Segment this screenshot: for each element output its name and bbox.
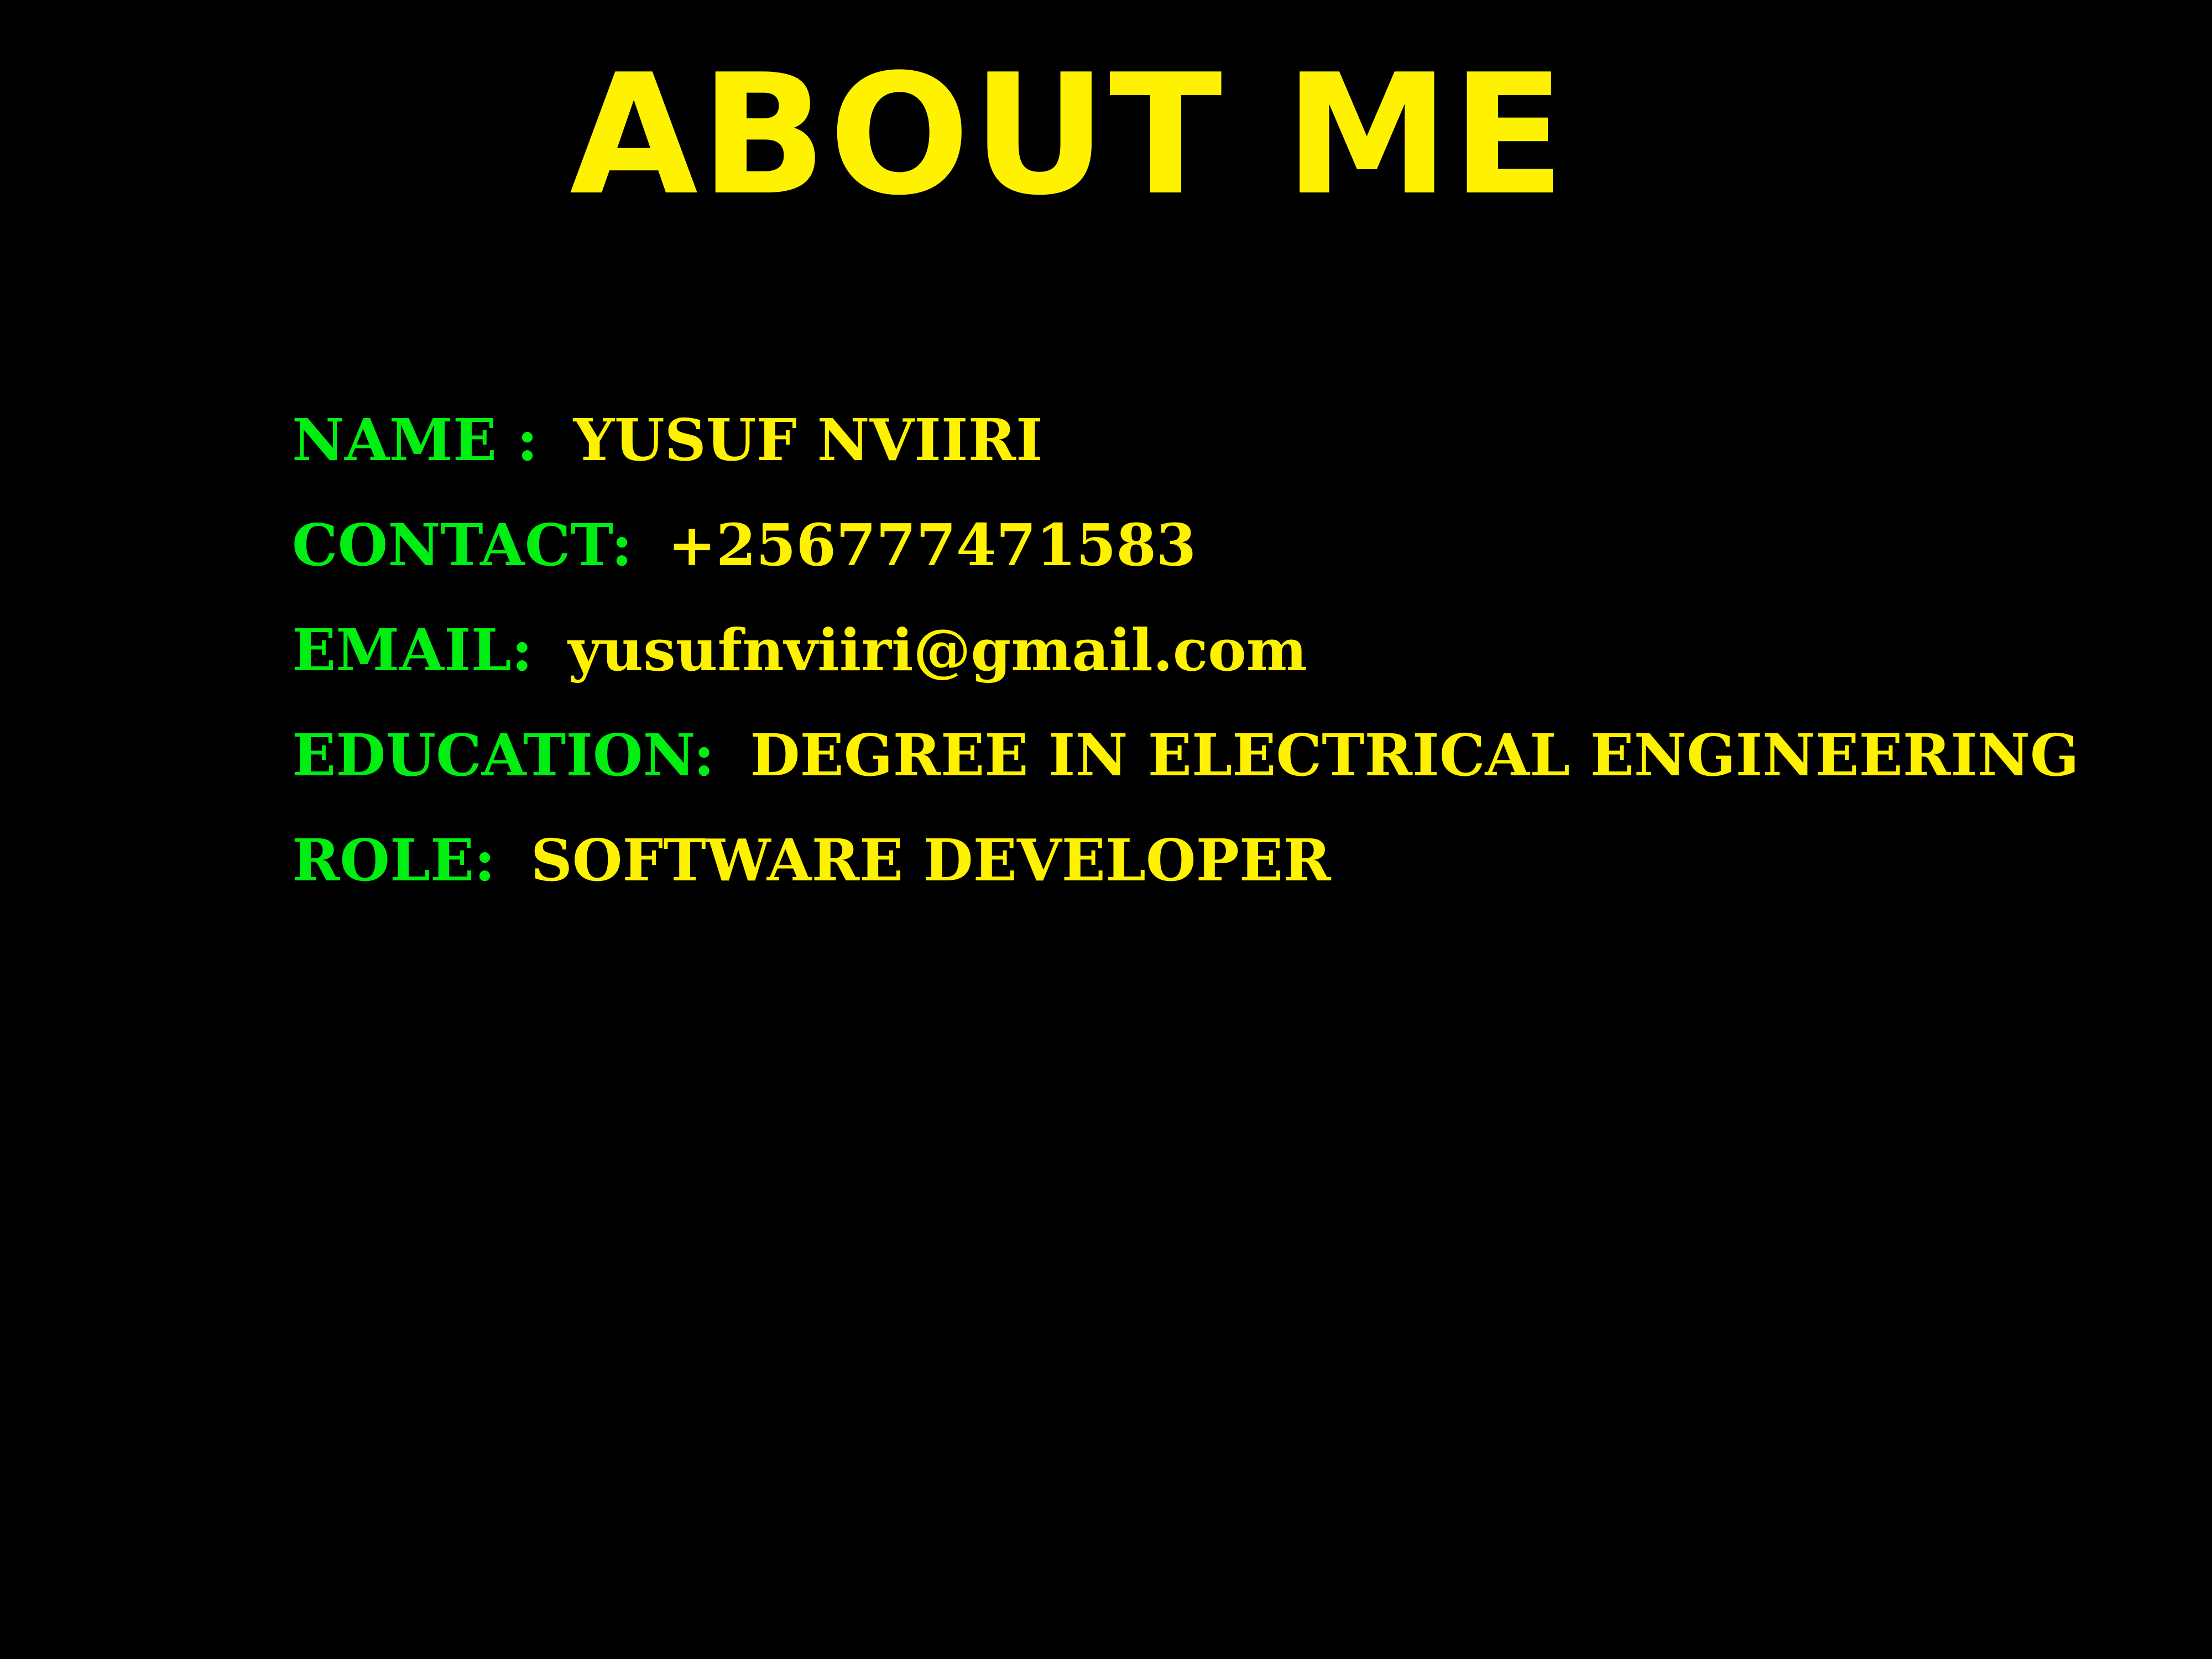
name-label: NAME : <box>292 405 538 474</box>
role-label: ROLE: <box>292 826 495 894</box>
detail-row-role: ROLE: SOFTWARE DEVELOPER <box>292 807 2079 912</box>
role-value: SOFTWARE DEVELOPER <box>530 826 1331 894</box>
contact-value: +256777471583 <box>667 510 1197 579</box>
contact-label: CONTACT: <box>292 510 633 579</box>
about-details: NAME : YUSUF NVIIRI CONTACT: +2567774715… <box>292 387 2079 912</box>
email-value: yusufnviiri@gmail.com <box>568 615 1307 684</box>
detail-row-education: EDUCATION: DEGREE IN ELECTRICAL ENGINEER… <box>292 702 2079 807</box>
education-value: DEGREE IN ELECTRICAL ENGINEERING <box>750 721 2079 789</box>
detail-row-email: EMAIL: yusufnviiri@gmail.com <box>292 597 2079 702</box>
detail-row-name: NAME : YUSUF NVIIRI <box>292 387 2079 492</box>
education-label: EDUCATION: <box>292 721 715 789</box>
name-value: YUSUF NVIIRI <box>573 405 1043 474</box>
email-label: EMAIL: <box>292 615 533 684</box>
detail-row-contact: CONTACT: +256777471583 <box>292 492 2079 597</box>
page-title: ABOUT ME <box>570 39 1568 232</box>
